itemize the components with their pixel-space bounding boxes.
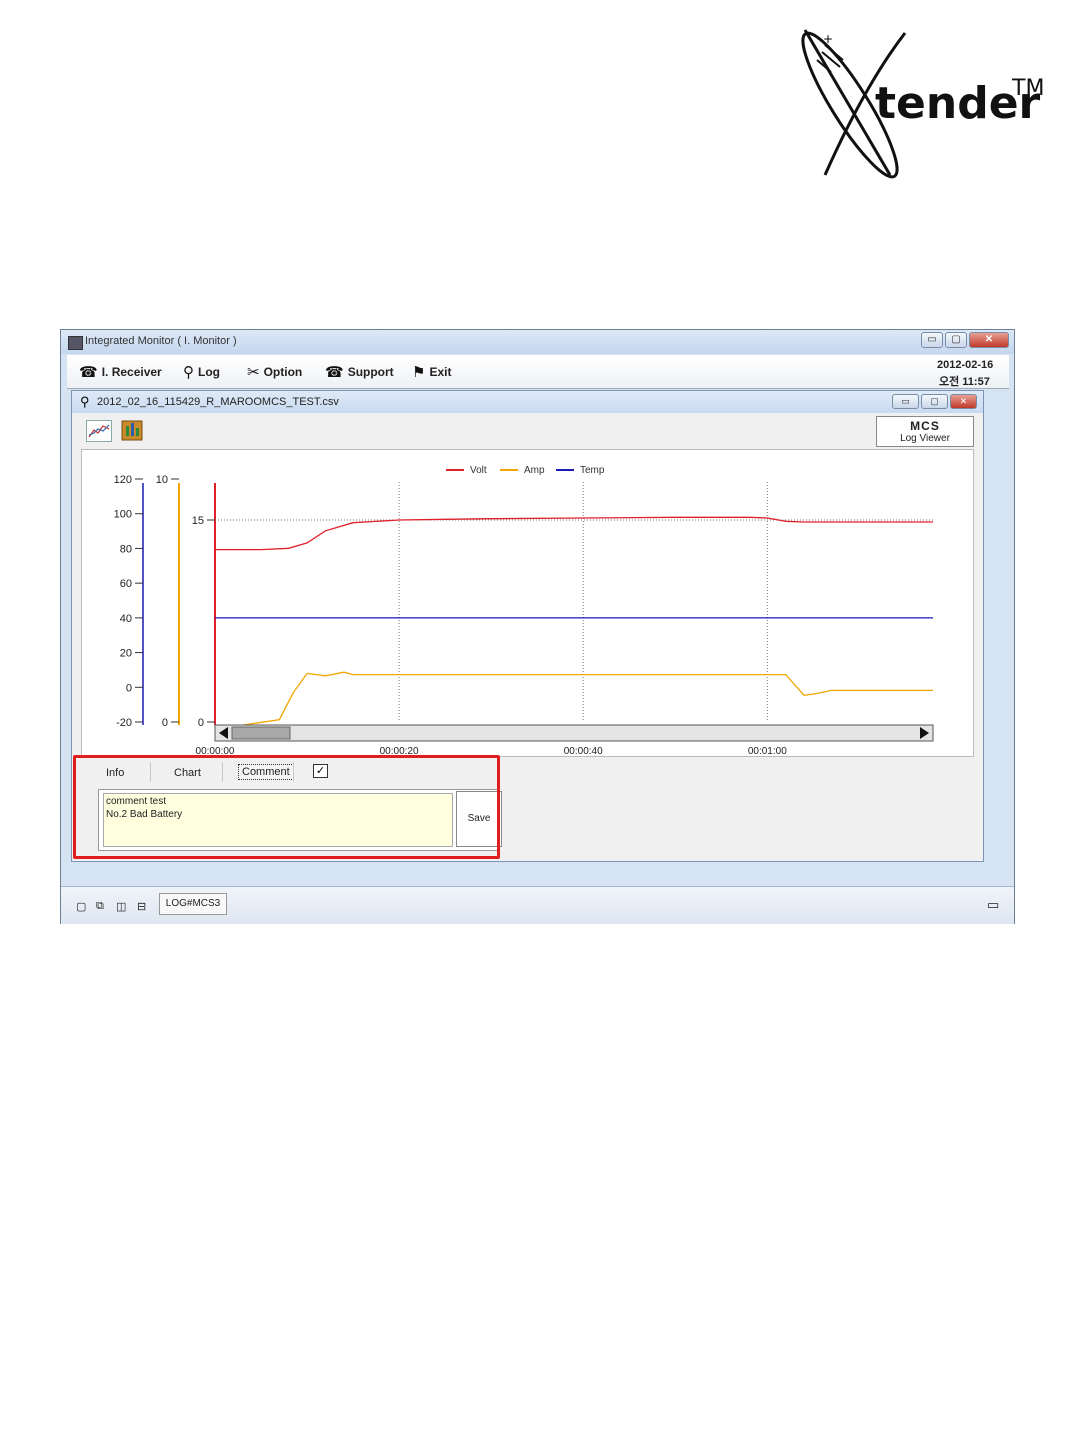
telephone-icon: ☎ [325,364,344,381]
log-label: Log [198,365,220,379]
status-bar: ▢ ⧉ ◫ ⊟ LOG#MCS3 ▭ [61,886,1014,924]
log-button[interactable]: ⚲ Log [183,363,220,381]
mcs-title: MCS [910,419,940,433]
svg-text:+: + [823,32,833,46]
exit-label: Exit [429,365,452,379]
log-file-title: 2012_02_16_115429_R_MAROOMCS_TEST.csv [97,396,339,408]
window-title: Integrated Monitor ( I. Monitor ) [85,335,237,347]
report-book-icon[interactable] [120,418,144,442]
support-label: Support [347,365,394,379]
line-chart-icon[interactable] [86,420,112,442]
series-line-volt [215,516,933,551]
minimize-button[interactable]: ▭ [921,332,943,348]
window-titlebar[interactable]: Integrated Monitor ( I. Monitor ) ▭ ▢ ✕ [61,330,1014,354]
option-label: Option [263,365,303,379]
monitor-icon[interactable]: ▭ [987,897,999,913]
legend-label-amp: Amp [524,465,545,476]
receiver-label: I. Receiver [101,365,162,379]
x-axis-tick-label: 00:01:00 [748,746,787,756]
inner-close-button[interactable]: ✕ [950,394,977,409]
temp-axis-tick-label: 60 [120,578,132,590]
temp-axis-tick-label: 100 [114,509,132,521]
inner-maximize-button[interactable]: ▢ [921,394,948,409]
main-toolbar: ☎ I. Receiver ⚲ Log ✂ Option ☎ Support ⚑… [67,355,1009,389]
tile-horizontal-icon[interactable]: ⊟ [137,900,146,913]
highlight-box [73,755,500,859]
tile-vertical-icon[interactable]: ◫ [116,900,126,913]
cascade-icon[interactable]: ⧉ [96,900,104,913]
mcs-subtitle: Log Viewer [900,433,950,444]
temp-axis-tick-label: 80 [120,543,132,555]
scrollbar-thumb [231,726,291,740]
window-tab-log-mcs3[interactable]: LOG#MCS3 [159,893,227,915]
series-line-amp [214,671,933,730]
legend-label-temp: Temp [580,465,605,476]
chart-panel: Volt Amp Temp 120 100 80 60 40 20 0 -20 10 0 15 0 00:00… [81,449,974,757]
clock-time: 오전 11:57 [939,376,990,388]
close-button[interactable]: ✕ [969,332,1009,348]
logo-trademark: TM [1012,76,1045,101]
exit-button[interactable]: ⚑ Exit [412,363,451,381]
temp-axis-tick-label: 20 [120,648,132,660]
amp-axis-tick-label: 0 [162,717,168,729]
maximize-button[interactable]: ▢ [945,332,967,348]
volt-axis-tick-label: 0 [198,717,204,729]
tools-icon: ✂ [247,364,260,381]
app-icon [68,336,83,350]
running-man-icon: ⚑ [412,364,426,381]
temp-axis-tick-label: -20 [116,717,132,729]
amp-axis-tick-label: 10 [156,474,168,486]
clock-date: 2012-02-16 [937,359,994,371]
x-axis-tick-label: 00:00:40 [564,746,603,756]
temp-axis-tick-label: 120 [114,474,132,486]
magnifier-icon: ⚲ [80,394,90,409]
temp-axis-tick-label: 40 [120,613,132,625]
legend-label-volt: Volt [470,465,487,476]
receiver-icon: ☎ [79,364,98,381]
log-viewer-titlebar[interactable]: ⚲ 2012_02_16_115429_R_MAROOMCS_TEST.csv … [72,391,983,413]
horizontal-scrollbar [214,724,934,742]
line-chart: Volt Amp Temp120100806040200-2010015000:00… [114,465,934,756]
support-button[interactable]: ☎ Support [325,363,394,381]
volt-axis-tick-label: 15 [192,515,204,527]
app-window: Integrated Monitor ( I. Monitor ) ▭ ▢ ✕ … [60,329,1015,924]
single-view-icon[interactable]: ▢ [76,900,86,913]
magnifier-icon: ⚲ [183,364,194,381]
mcs-log-viewer-badge: MCS Log Viewer [876,416,974,447]
temp-axis-tick-label: 0 [126,682,132,694]
receiver-button[interactable]: ☎ I. Receiver [79,363,162,381]
inner-minimize-button[interactable]: ▭ [892,394,919,409]
option-button[interactable]: ✂ Option [247,363,302,381]
